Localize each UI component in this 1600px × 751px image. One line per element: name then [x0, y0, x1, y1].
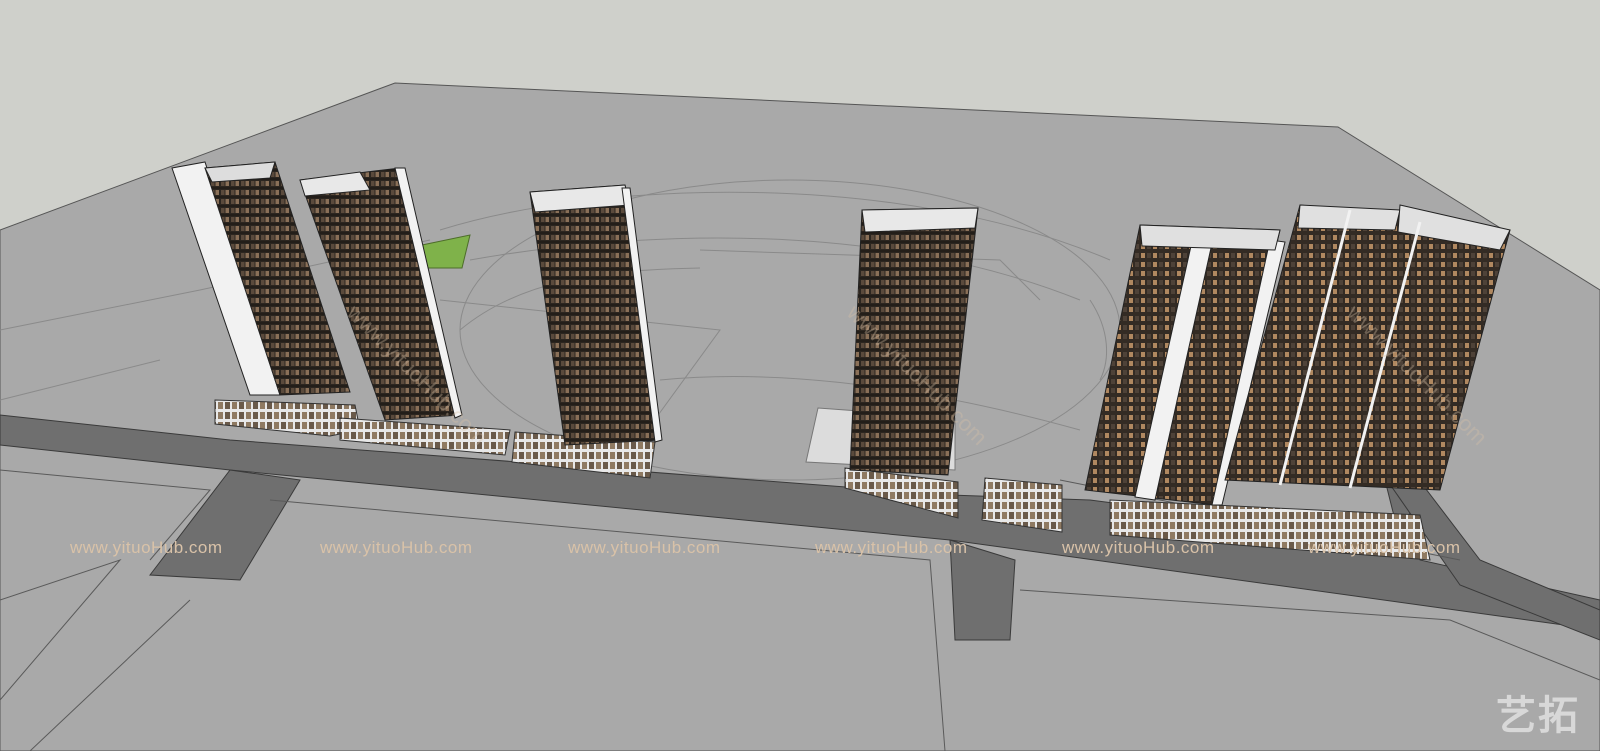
watermark-text: www.yituoHub.com	[70, 538, 223, 557]
watermark-text: www.yituoHub.com	[568, 538, 721, 557]
model-viewport[interactable]: www.yituoHub.com www.yituoHub.com www.yi…	[0, 0, 1600, 751]
watermark-text: www.yituoHub.com	[1308, 538, 1461, 557]
3d-scene[interactable]	[0, 0, 1600, 751]
brand-logo: 艺拓	[1496, 693, 1580, 739]
watermark-text: www.yituoHub.com	[320, 538, 473, 557]
watermark-text: www.yituoHub.com	[815, 538, 968, 557]
watermark-text: www.yituoHub.com	[1062, 538, 1215, 557]
